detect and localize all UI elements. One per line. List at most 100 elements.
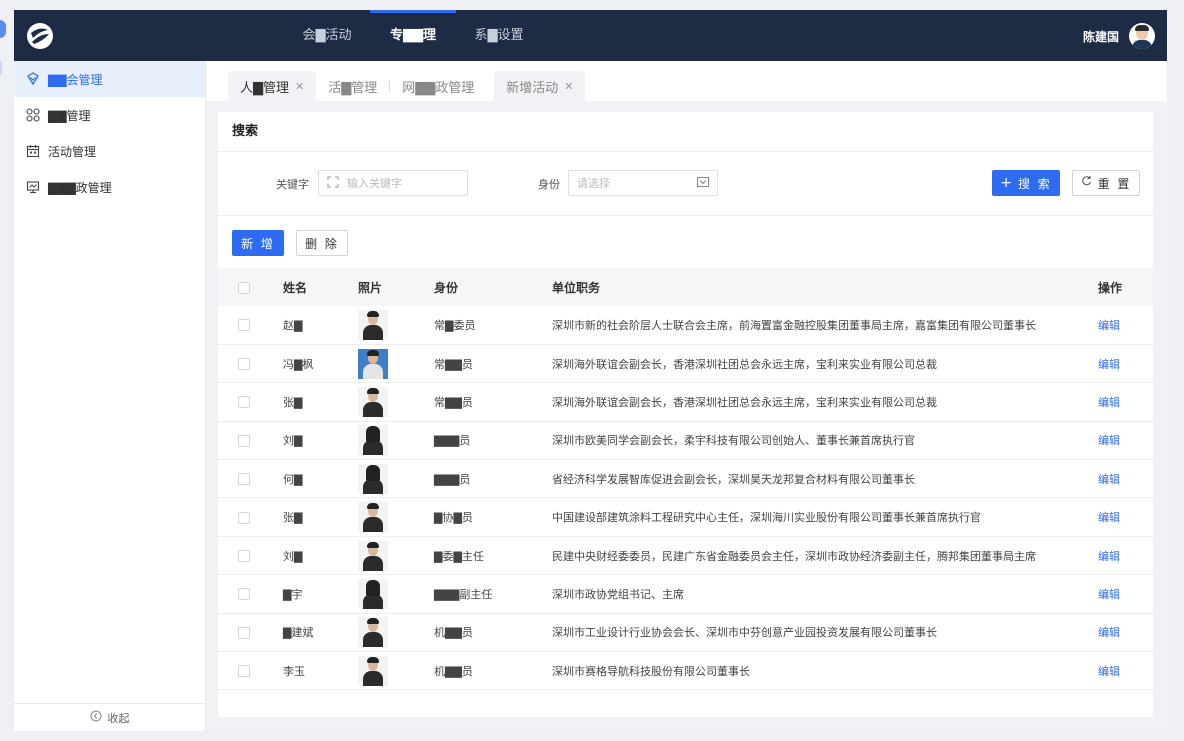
member-photo (358, 309, 388, 340)
row-checkbox[interactable] (238, 358, 250, 371)
main-card: 搜索 关键字 输入关键字 身份 请选择 + 搜 索 重 置 新 增 删 除 姓名… (218, 112, 1153, 717)
floating-dot (0, 20, 6, 38)
sidebar-item-members[interactable]: ▇▇管理 (14, 97, 205, 133)
cell-name: 张▇ (283, 395, 303, 409)
reset-button[interactable]: 重 置 (1072, 170, 1140, 196)
reset-button-label: 重 置 (1097, 176, 1132, 191)
row-checkbox[interactable] (238, 588, 250, 601)
table-header: 姓名 照片 身份 单位职务 操作 (218, 268, 1153, 306)
member-photo (358, 617, 388, 648)
column-header-photo: 照片 (358, 280, 383, 295)
floating-dot (0, 60, 2, 76)
edit-link[interactable]: 编辑 (1098, 319, 1120, 332)
cell-name: 刘▇ (283, 549, 303, 563)
column-header-identity: 身份 (434, 280, 459, 295)
edit-link[interactable]: 编辑 (1098, 396, 1120, 409)
cell-name: 刘▇ (283, 434, 303, 448)
tab-label: 网▇▇政管理 (402, 80, 475, 96)
nav-activity[interactable]: 会▇活动 (284, 10, 370, 61)
row-checkbox[interactable] (238, 396, 250, 409)
heart-shield-icon (26, 72, 40, 86)
nav-system-settings[interactable]: 系▇设置 (456, 10, 542, 61)
cell-position: 深圳市政协党组书记、主席 (552, 587, 684, 601)
top-bar: 会▇活动 专▇▇理 系▇设置 陈建国 (14, 10, 1167, 61)
cell-identity: ▇▇▇员 (434, 434, 471, 448)
tab-new-activity[interactable]: 新增活动 ✕ (494, 71, 586, 101)
table-row: 何▇ ▇▇▇员 省经济科学发展智库促进会副会长，深圳昊天龙邦复合材料有限公司董事… (218, 460, 1153, 498)
member-photo (358, 425, 388, 456)
monitor-icon (26, 180, 40, 194)
table-row: 冯▇枫 常▇▇员 深圳海外联谊会副会长，香港深圳社团总会永远主席，宝利来实业有限… (218, 344, 1153, 383)
edit-link[interactable]: 编辑 (1098, 473, 1120, 486)
sidebar-item-label: ▇▇管理 (48, 108, 91, 123)
edit-link[interactable]: 编辑 (1098, 626, 1120, 639)
edit-link[interactable]: 编辑 (1098, 550, 1120, 563)
sidebar-item-council[interactable]: ▇▇会管理 (14, 61, 205, 97)
cell-identity: 机▇▇员 (434, 664, 473, 678)
tab-personnel[interactable]: 人▇管理 ✕ (228, 71, 317, 101)
collapse-button[interactable]: 收起 (14, 703, 205, 731)
add-button[interactable]: 新 增 (232, 230, 284, 256)
search-button[interactable]: + 搜 索 (992, 170, 1060, 196)
nav-special-management[interactable]: 专▇▇理 (370, 10, 456, 61)
sidebar-item-online-politics[interactable]: ▇▇▇政管理 (14, 169, 205, 205)
keyword-label: 关键字 (276, 178, 309, 191)
close-icon[interactable]: ✕ (564, 80, 573, 93)
search-button-label: 搜 索 (1017, 176, 1052, 191)
tab-activity-management[interactable]: 活▇管理 (316, 71, 389, 101)
table-row: 赵▇ 常▇委员 深圳市新的社会阶层人士联合会主席，前海置富金融控股集团董事局主席… (218, 306, 1153, 345)
row-checkbox[interactable] (238, 550, 250, 563)
edit-link[interactable]: 编辑 (1098, 588, 1120, 601)
chevron-left-icon (90, 710, 102, 725)
tab-online-politics[interactable]: 网▇▇政管理 (390, 71, 486, 101)
member-photo (358, 386, 388, 417)
delete-button-label: 删 除 (305, 236, 339, 251)
cell-name: 赵▇ (283, 318, 303, 332)
calendar-icon (26, 144, 40, 158)
member-photo (358, 348, 388, 379)
app-window: 会▇活动 专▇▇理 系▇设置 陈建国 ▇▇会管理 ▇▇管理 活动管理 ▇▇▇政管… (14, 10, 1167, 731)
row-checkbox[interactable] (238, 473, 250, 486)
row-checkbox[interactable] (238, 626, 250, 639)
edit-link[interactable]: 编辑 (1098, 358, 1120, 371)
edit-link[interactable]: 编辑 (1098, 665, 1120, 678)
identity-placeholder: 请选择 (577, 177, 610, 190)
close-icon[interactable]: ✕ (295, 80, 304, 93)
add-button-label: 新 增 (241, 236, 275, 251)
row-checkbox[interactable] (238, 434, 250, 447)
identity-select[interactable]: 请选择 (568, 170, 718, 196)
edit-link[interactable]: 编辑 (1098, 511, 1120, 524)
member-photo (358, 578, 388, 609)
logo-icon (26, 22, 54, 50)
row-checkbox[interactable] (238, 511, 250, 524)
tab-label: 新增活动 (506, 80, 559, 96)
avatar[interactable] (1129, 23, 1155, 49)
keyword-input[interactable]: 输入关键字 (318, 170, 468, 196)
user-menu[interactable]: 陈建国 (1083, 22, 1155, 50)
tabs-bar: 人▇管理 ✕ 活▇管理 网▇▇政管理 新增活动 ✕ (206, 61, 1167, 101)
apps-icon (26, 108, 40, 122)
cell-position: 深圳海外联谊会副会长，香港深圳社团总会永远主席，宝利来实业有限公司总裁 (552, 395, 937, 409)
sidebar-item-activities[interactable]: 活动管理 (14, 133, 205, 169)
table-row: 刘▇ ▇▇▇员 深圳市欧美同学会副会长，柔宇科技有限公司创始人、董事长兼首席执行… (218, 421, 1153, 460)
sidebar: ▇▇会管理 ▇▇管理 活动管理 ▇▇▇政管理 收起 (14, 61, 206, 731)
table-row: 张▇ 常▇▇员 深圳海外联谊会副会长，香港深圳社团总会永远主席，宝利来实业有限公… (218, 383, 1153, 422)
edit-link[interactable]: 编辑 (1098, 434, 1120, 447)
row-checkbox[interactable] (238, 665, 250, 678)
cell-name: 李玉 (283, 664, 305, 678)
member-photo (358, 655, 388, 686)
cell-position: 省经济科学发展智库促进会副会长，深圳昊天龙邦复合材料有限公司董事长 (552, 472, 915, 486)
page-tabs: 人▇管理 ✕ 活▇管理 网▇▇政管理 新增活动 ✕ (228, 71, 586, 101)
sidebar-item-label: 活动管理 (48, 144, 97, 159)
select-all-checkbox[interactable] (238, 281, 250, 294)
column-header-name: 姓名 (283, 280, 308, 295)
plus-icon: + (1000, 175, 1012, 191)
cell-name: ▇宇 (283, 587, 303, 601)
table-row: ▇宇 ▇▇▇副主任 深圳市政协党组书记、主席 编辑 (218, 575, 1153, 614)
tab-label: 人▇管理 (240, 80, 289, 96)
cell-identity: ▇▇▇员 (434, 472, 471, 486)
cell-identity: 常▇▇员 (434, 357, 473, 371)
cell-identity: 机▇▇员 (434, 626, 473, 640)
delete-button[interactable]: 删 除 (296, 230, 348, 256)
row-checkbox[interactable] (238, 319, 250, 332)
